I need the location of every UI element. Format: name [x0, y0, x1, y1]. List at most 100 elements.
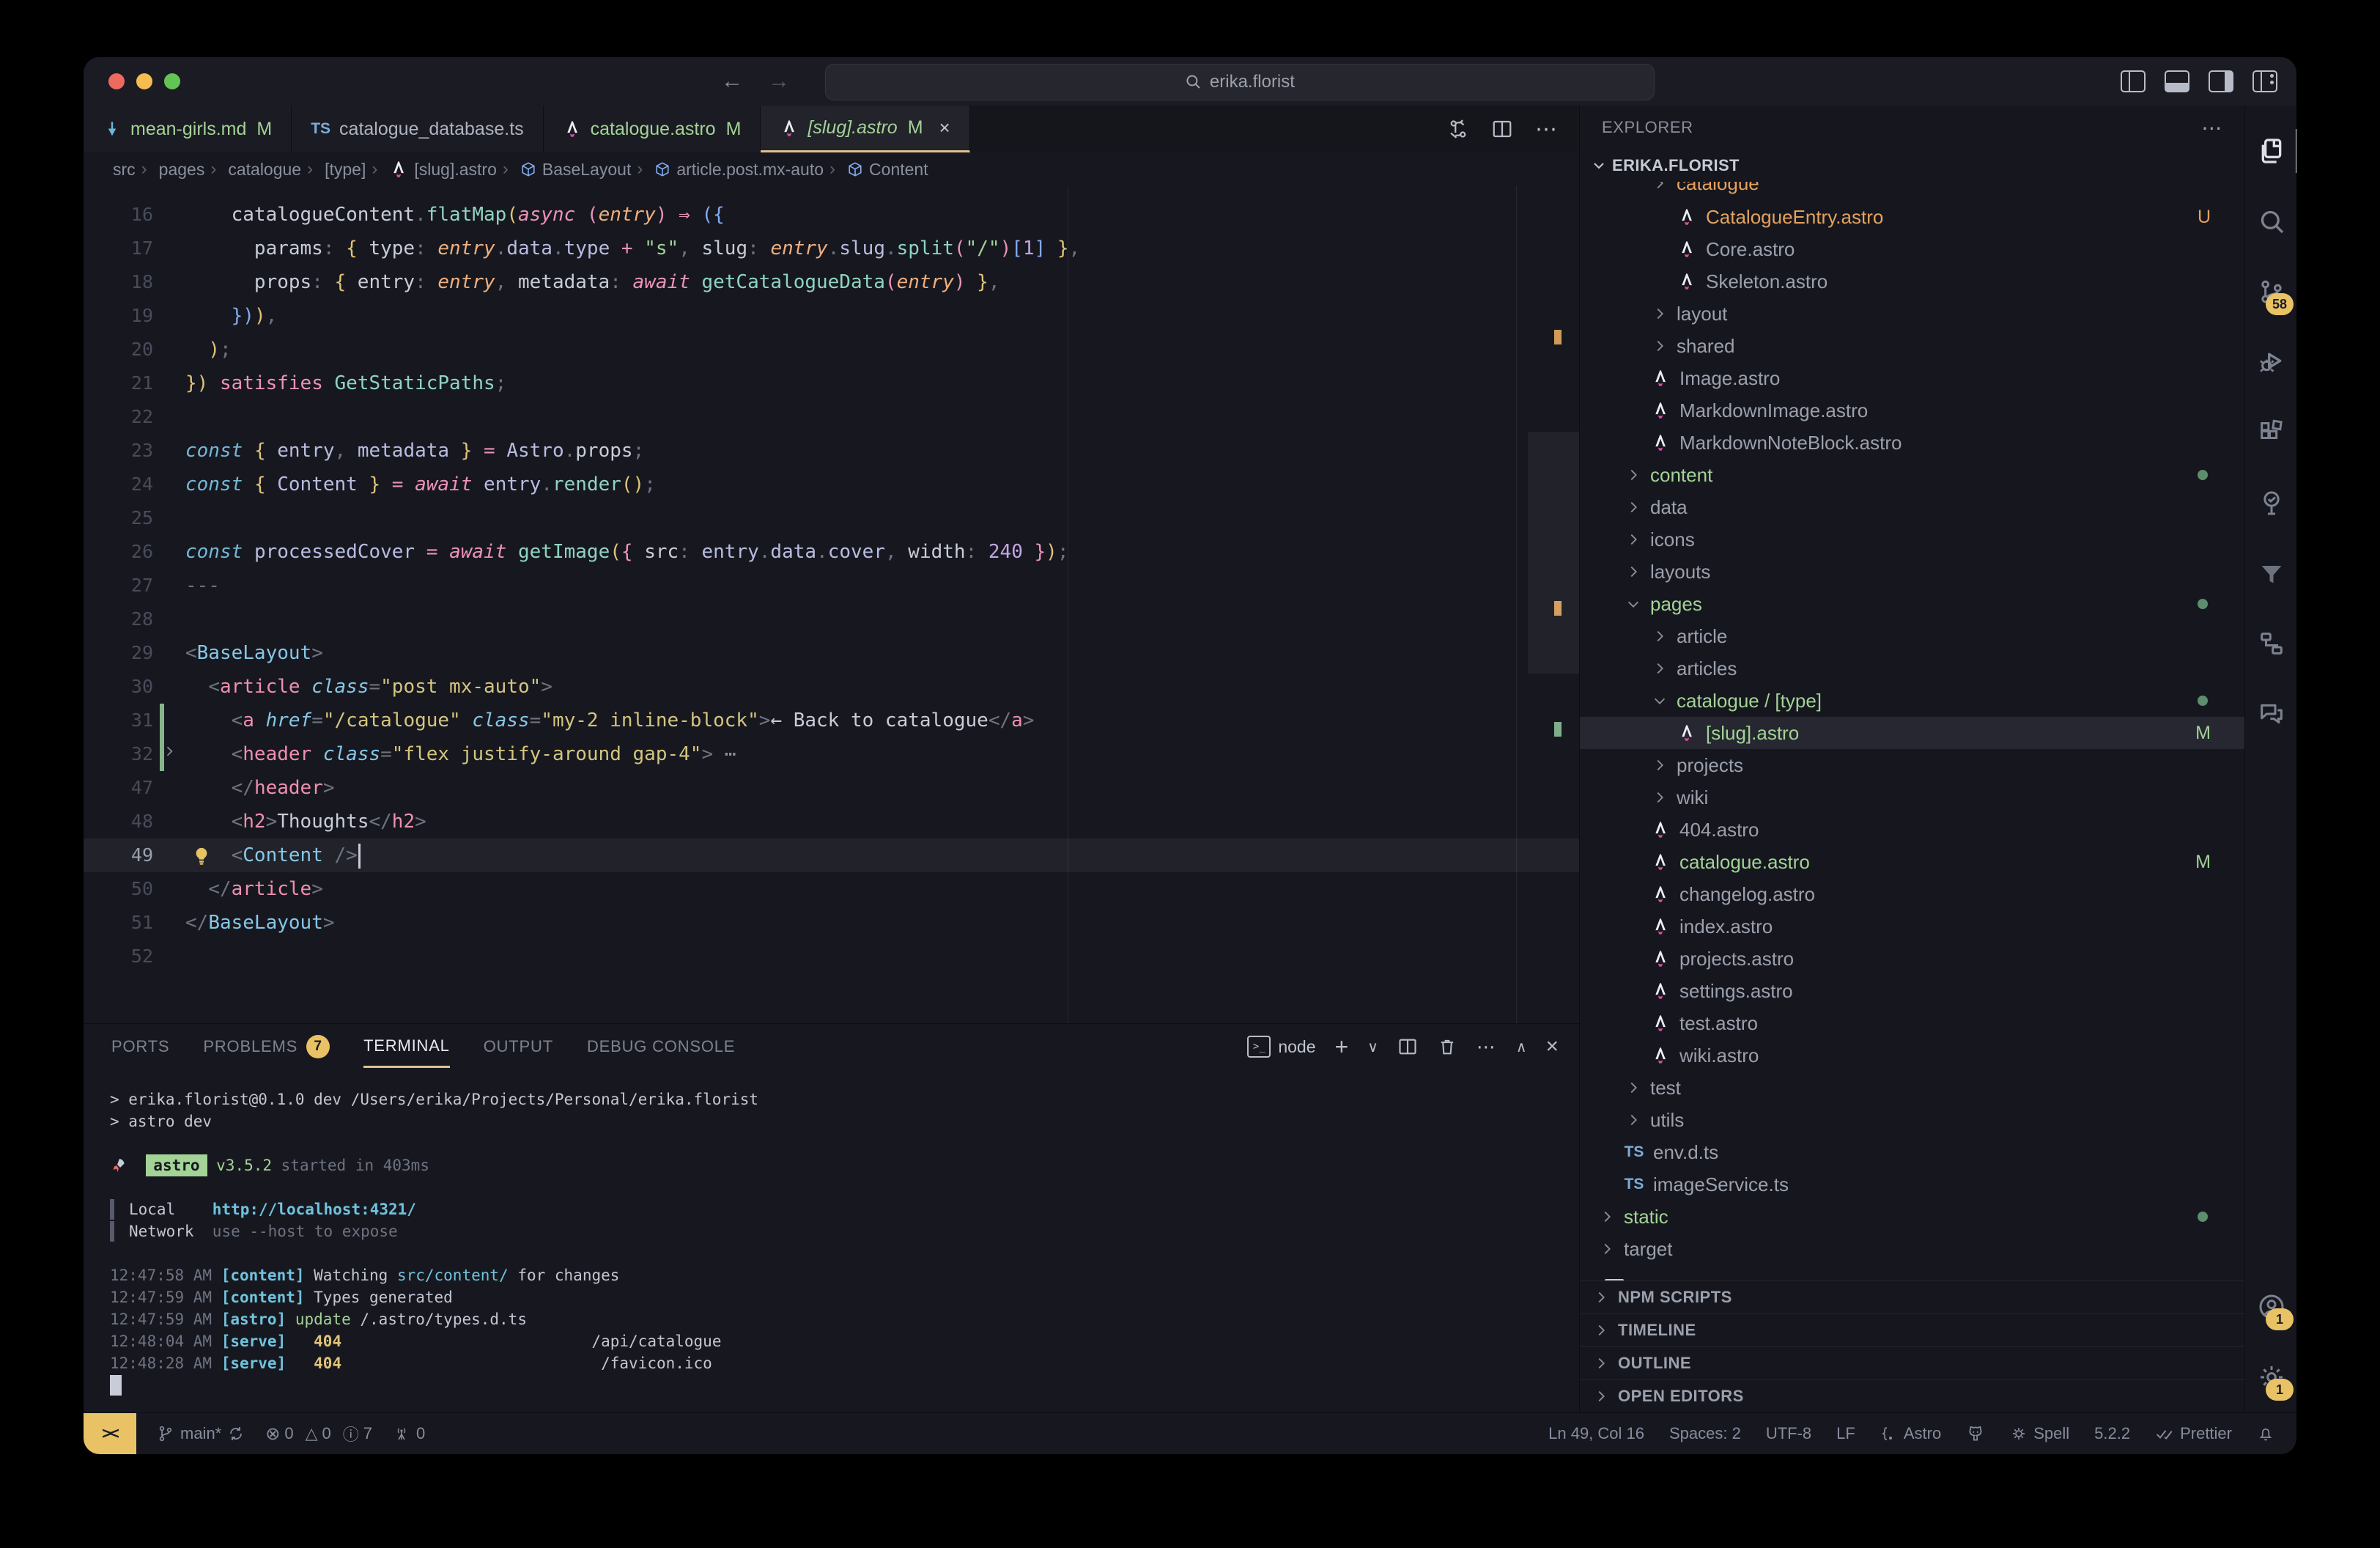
- tree-file-Image.astro[interactable]: Image.astro: [1580, 362, 2244, 394]
- tree-file-Core.astro[interactable]: Core.astro: [1580, 233, 2244, 265]
- sidebar-section-open-editors[interactable]: OPEN EDITORS: [1580, 1379, 2244, 1412]
- tree-file-[slug].astro[interactable]: [slug].astroM: [1580, 717, 2244, 749]
- panel-tab-ports[interactable]: PORTS: [111, 1027, 169, 1066]
- tree-folder-utils[interactable]: utils: [1580, 1104, 2244, 1136]
- github-item[interactable]: [1966, 1424, 1985, 1443]
- code-line-24[interactable]: 24const { Content } = await entry.render…: [84, 468, 1579, 501]
- split-terminal-icon[interactable]: [1397, 1036, 1418, 1057]
- code-line-19[interactable]: 19 })),: [84, 299, 1579, 333]
- panel-tab-debug-console[interactable]: DEBUG CONSOLE: [587, 1027, 735, 1066]
- tree-file-test.astro[interactable]: test.astro: [1580, 1007, 2244, 1039]
- comments-icon[interactable]: [2245, 679, 2296, 749]
- hierarchy-icon[interactable]: [2245, 608, 2296, 679]
- tree-file-wiki.astro[interactable]: wiki.astro: [1580, 1039, 2244, 1072]
- eol-item[interactable]: LF: [1836, 1424, 1855, 1443]
- code-line-32[interactable]: 32 <header class="flex justify-around ga…: [84, 737, 1579, 771]
- open-changes-icon[interactable]: [1447, 118, 1469, 140]
- tree-file-index.astro[interactable]: index.astro: [1580, 910, 2244, 943]
- code-line-23[interactable]: 23const { entry, metadata } = Astro.prop…: [84, 434, 1579, 468]
- git-branch-item[interactable]: main*: [157, 1424, 245, 1443]
- code-line-21[interactable]: 21}) satisfies GetStaticPaths;: [84, 366, 1579, 400]
- sidebar-section-timeline[interactable]: TIMELINE: [1580, 1313, 2244, 1346]
- code-line-51[interactable]: 51</BaseLayout>: [84, 906, 1579, 940]
- todo-tree-icon[interactable]: [2245, 468, 2296, 538]
- breadcrumb-item[interactable]: [slug].astro: [372, 159, 497, 180]
- close-window-button[interactable]: [108, 73, 125, 89]
- tree-folder-static[interactable]: static: [1580, 1201, 2244, 1233]
- toggle-secondary-sidebar-icon[interactable]: [2209, 70, 2233, 92]
- editor-tab-mean-girls.md[interactable]: mean-girls.mdM: [84, 106, 292, 152]
- code-line-50[interactable]: 50 </article>: [84, 872, 1579, 906]
- terminal-dropdown-icon[interactable]: ∨: [1367, 1038, 1378, 1056]
- maximize-panel-icon[interactable]: ∧: [1516, 1038, 1527, 1056]
- panel-tab-problems[interactable]: PROBLEMS7: [203, 1025, 330, 1069]
- panel-tab-terminal[interactable]: TERMINAL: [363, 1026, 450, 1068]
- more-actions-icon[interactable]: ⋯: [1535, 117, 1559, 142]
- indentation-item[interactable]: Spaces: 2: [1669, 1424, 1741, 1443]
- breadcrumb-item[interactable]: Content: [829, 159, 928, 180]
- editor-tab-[slug].astro[interactable]: [slug].astroM×: [761, 106, 969, 152]
- sidebar-section-outline[interactable]: OUTLINE: [1580, 1346, 2244, 1379]
- run-debug-icon[interactable]: [2245, 327, 2296, 397]
- tree-file-imageService.ts[interactable]: TSimageService.ts: [1580, 1168, 2244, 1201]
- close-panel-icon[interactable]: ×: [1545, 1034, 1559, 1059]
- code-line-49[interactable]: 49 <Content />: [84, 838, 1579, 872]
- spell-checker-item[interactable]: Spell: [2010, 1424, 2069, 1443]
- tree-folder-icons[interactable]: icons: [1580, 523, 2244, 556]
- command-center-search[interactable]: erika.florist: [825, 64, 1655, 100]
- code-line-18[interactable]: 18 props: { entry: entry, metadata: awai…: [84, 265, 1579, 299]
- settings-icon[interactable]: 1: [2245, 1342, 2296, 1412]
- split-editor-icon[interactable]: [1491, 118, 1513, 140]
- language-mode-item[interactable]: Astro: [1880, 1424, 1941, 1443]
- search-icon[interactable]: [2245, 186, 2296, 257]
- code-line-47[interactable]: 47 </header>: [84, 771, 1579, 805]
- forward-arrow-icon[interactable]: →: [768, 69, 790, 94]
- cursor-position-item[interactable]: Ln 49, Col 16: [1548, 1424, 1644, 1443]
- tree-folder-target[interactable]: target: [1580, 1233, 2244, 1265]
- editor-scrollbar[interactable]: [1528, 432, 1579, 674]
- tree-file-MarkdownNoteBlock.astro[interactable]: MarkdownNoteBlock.astro: [1580, 427, 2244, 459]
- code-line-17[interactable]: 17 params: { type: entry.data.type + "s"…: [84, 232, 1579, 265]
- panel-more-icon[interactable]: ⋯: [1477, 1036, 1497, 1058]
- workspace-root[interactable]: ERIKA.FLORIST: [1580, 150, 2244, 182]
- toggle-primary-sidebar-icon[interactable]: [2121, 70, 2146, 92]
- tree-file-404.astro[interactable]: 404.astro: [1580, 814, 2244, 846]
- tree-folder-wiki[interactable]: wiki: [1580, 781, 2244, 814]
- tree-folder-data[interactable]: data: [1580, 491, 2244, 523]
- close-tab-icon[interactable]: ×: [939, 117, 950, 139]
- tree-folder-catalogue / [type][interactable]: catalogue / [type]: [1580, 685, 2244, 717]
- breadcrumb-item[interactable]: BaseLayout: [503, 159, 631, 180]
- tree-folder-pages[interactable]: pages: [1580, 588, 2244, 620]
- panel-tab-output[interactable]: OUTPUT: [484, 1027, 553, 1066]
- tree-folder-articles[interactable]: articles: [1580, 652, 2244, 685]
- terminal[interactable]: > erika.florist@0.1.0 dev /Users/erika/P…: [84, 1069, 1579, 1412]
- breadcrumb-item[interactable]: pages: [141, 159, 205, 180]
- notifications-item[interactable]: [2257, 1425, 2274, 1442]
- editor-tab-catalogue_database.ts[interactable]: TScatalogue_database.ts: [292, 106, 543, 152]
- tree-folder-projects[interactable]: projects: [1580, 749, 2244, 781]
- zoom-window-button[interactable]: [164, 73, 180, 89]
- extensions-icon[interactable]: [2245, 397, 2296, 468]
- sidebar-section-npm-scripts[interactable]: NPM SCRIPTS: [1580, 1280, 2244, 1313]
- tree-file-catalogue.astro[interactable]: catalogue.astroM: [1580, 846, 2244, 878]
- back-arrow-icon[interactable]: ←: [721, 69, 743, 94]
- explorer-more-icon[interactable]: ⋯: [2201, 116, 2222, 140]
- minimize-window-button[interactable]: [136, 73, 152, 89]
- code-line-16[interactable]: 16 catalogueContent.flatMap(async (entry…: [84, 198, 1579, 232]
- code-line-22[interactable]: 22: [84, 400, 1579, 434]
- problems-item[interactable]: ⊗0 △0 ⓘ7: [265, 1422, 372, 1445]
- code-line-26[interactable]: 26const processedCover = await getImage(…: [84, 535, 1579, 569]
- code-editor[interactable]: 16 catalogueContent.flatMap(async (entry…: [84, 186, 1579, 1023]
- tree-file-projects.astro[interactable]: projects.astro: [1580, 943, 2244, 975]
- ports-item[interactable]: 0: [393, 1424, 425, 1443]
- toggle-panel-icon[interactable]: [2165, 70, 2189, 92]
- tree-file-MarkdownImage.astro[interactable]: MarkdownImage.astro: [1580, 394, 2244, 427]
- code-line-20[interactable]: 20 );: [84, 333, 1579, 366]
- tree-file-env.d.ts[interactable]: TSenv.d.ts: [1580, 1136, 2244, 1168]
- tree-file-Skeleton.astro[interactable]: Skeleton.astro: [1580, 265, 2244, 298]
- breadcrumb-item[interactable]: [type]: [307, 159, 366, 180]
- source-control-icon[interactable]: 58: [2245, 257, 2296, 327]
- code-line-28[interactable]: 28: [84, 602, 1579, 636]
- editor-tab-catalogue.astro[interactable]: catalogue.astroM: [544, 106, 761, 152]
- lightbulb-icon[interactable]: [191, 844, 212, 866]
